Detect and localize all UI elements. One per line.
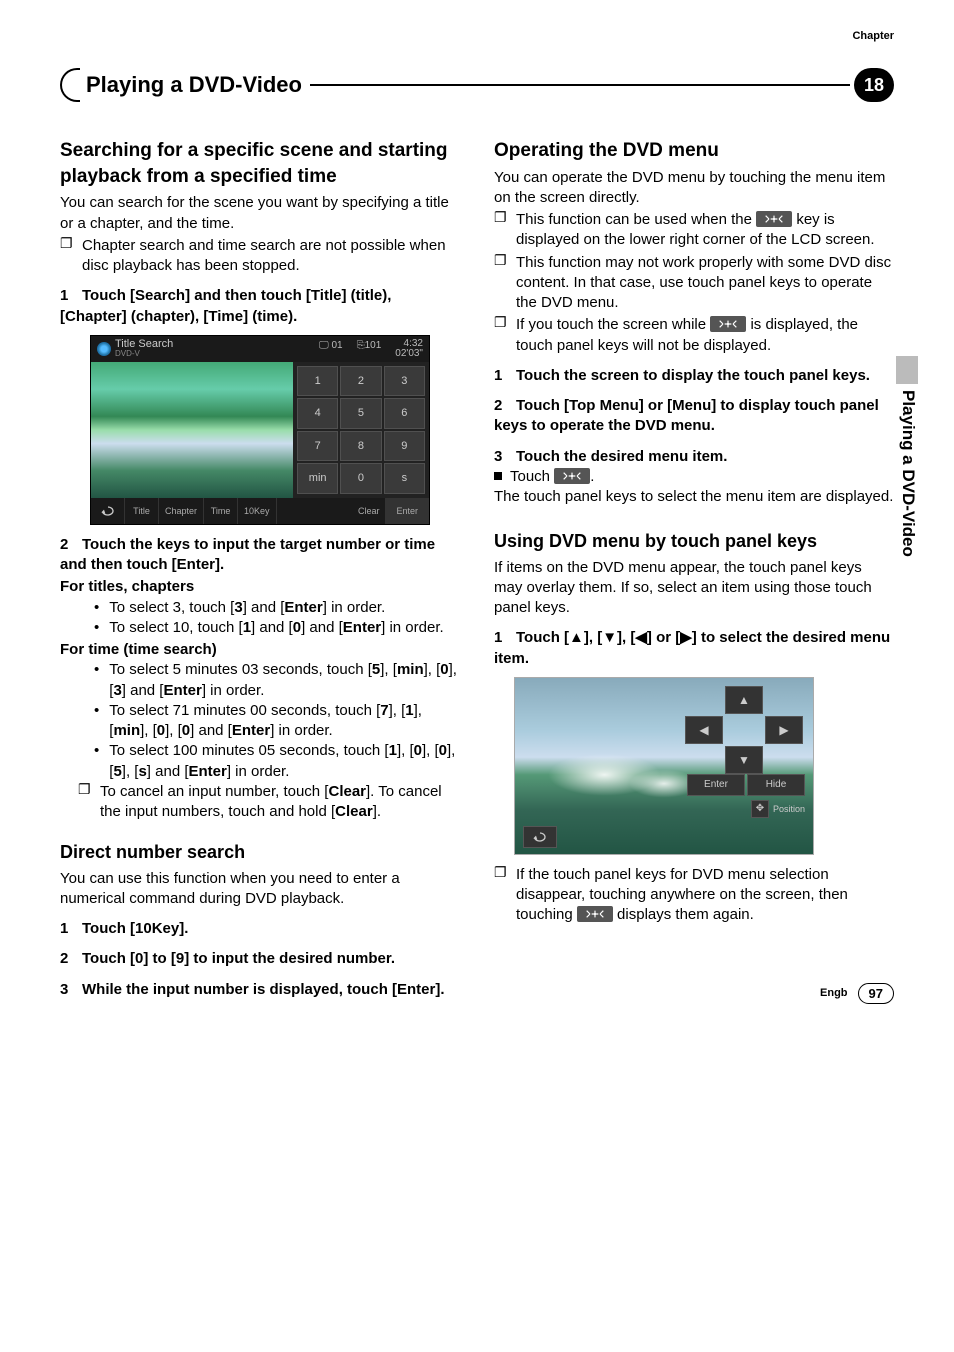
screenshot-title-search: Title Search DVD-V 🖵 01 ⎘101 4:32 02'03" bbox=[90, 335, 430, 525]
use-step-1: 1Touch [▲], [▼], [◀] or [▶] to select th… bbox=[494, 628, 894, 669]
ss1-keypad: 1 2 3 4 5 6 7 8 9 min 0 s bbox=[293, 362, 429, 498]
key-0[interactable]: 0 bbox=[340, 463, 381, 494]
key-5[interactable]: 5 bbox=[340, 398, 381, 429]
ss2-position[interactable]: ✥Position bbox=[751, 800, 805, 818]
right-column: Operating the DVD menu You can operate t… bbox=[494, 138, 894, 1000]
heading-search: Searching for a specific scene and start… bbox=[60, 138, 460, 189]
ss2-hide[interactable]: Hide bbox=[747, 774, 805, 796]
ss2-back[interactable] bbox=[523, 826, 557, 848]
note-icon: ❐ bbox=[494, 315, 508, 356]
note-clear: To cancel an input number, touch [Clear]… bbox=[100, 782, 460, 823]
footer: Engb 97 bbox=[820, 983, 894, 1004]
dpad-right[interactable]: ▶ bbox=[765, 716, 803, 744]
page-title: Playing a DVD-Video bbox=[80, 72, 302, 98]
key-min[interactable]: min bbox=[297, 463, 338, 494]
heading-direct-search: Direct number search bbox=[60, 840, 460, 864]
ss1-source: DVD-V bbox=[115, 350, 173, 358]
op-step-1: 1Touch the screen to display the touch p… bbox=[494, 366, 894, 386]
note-icon: ❐ bbox=[494, 865, 508, 926]
note-icon: ❐ bbox=[494, 253, 508, 314]
side-tab: Playing a DVD-Video bbox=[896, 390, 918, 650]
op-touch-line: Touch . bbox=[494, 467, 894, 487]
bullet-time-5m03: To select 5 minutes 03 seconds, touch [5… bbox=[109, 660, 460, 701]
note-op-1: This function can be used when the key i… bbox=[516, 210, 894, 251]
operating-intro: You can operate the DVD menu by touching… bbox=[494, 168, 894, 209]
tab-time[interactable]: Time bbox=[204, 498, 238, 524]
note-op-3: If you touch the screen while is display… bbox=[516, 315, 894, 356]
bullet-title-3: To select 3, touch [3] and [Enter] in or… bbox=[109, 598, 385, 618]
dpad-key-icon bbox=[577, 906, 613, 922]
key-6[interactable]: 6 bbox=[384, 398, 425, 429]
chapter-badge: 18 bbox=[854, 68, 894, 102]
ss2-enter[interactable]: Enter bbox=[687, 774, 745, 796]
dpad-key-icon bbox=[710, 316, 746, 332]
search-step-1: 1Touch [Search] and then touch [Title] (… bbox=[60, 286, 460, 327]
bullet-time-71m00: To select 71 minutes 00 seconds, touch [… bbox=[109, 701, 460, 742]
key-4[interactable]: 4 bbox=[297, 398, 338, 429]
clear-button[interactable]: Clear bbox=[352, 498, 387, 524]
ss1-video-area bbox=[91, 362, 295, 498]
footer-lang: Engb bbox=[820, 987, 848, 999]
page-number: 97 bbox=[858, 983, 894, 1004]
direct-intro: You can use this function when you need … bbox=[60, 869, 460, 910]
key-1[interactable]: 1 bbox=[297, 366, 338, 397]
direct-step-2: 2Touch [0] to [9] to input the desired n… bbox=[60, 949, 460, 969]
screenshot-dpad-overlay: ▲ ◀ ▶ ▼ Enter Hide ✥Position bbox=[514, 677, 814, 855]
enter-button[interactable]: Enter bbox=[386, 498, 429, 524]
use-intro: If items on the DVD menu appear, the tou… bbox=[494, 558, 894, 619]
dpad-key-icon bbox=[554, 468, 590, 484]
key-7[interactable]: 7 bbox=[297, 431, 338, 462]
search-step-2: 2Touch the keys to input the target numb… bbox=[60, 535, 460, 576]
note-op-2: This function may not work properly with… bbox=[516, 253, 894, 314]
note-icon: ❐ bbox=[60, 236, 74, 277]
side-tab-stub bbox=[896, 356, 918, 384]
key-9[interactable]: 9 bbox=[384, 431, 425, 462]
key-8[interactable]: 8 bbox=[340, 431, 381, 462]
sub-titles-chapters: For titles, chapters bbox=[60, 577, 460, 597]
note-icon: ❐ bbox=[494, 210, 508, 251]
chapter-label: Chapter bbox=[852, 30, 894, 42]
dpad-key-icon bbox=[756, 211, 792, 227]
bullet-time-100m05: To select 100 minutes 05 seconds, touch … bbox=[109, 741, 460, 782]
left-column: Searching for a specific scene and start… bbox=[60, 138, 460, 1000]
search-intro: You can search for the scene you want by… bbox=[60, 193, 460, 234]
op-touch-desc: The touch panel keys to select the menu … bbox=[494, 487, 894, 507]
tab-chapter[interactable]: Chapter bbox=[159, 498, 204, 524]
tab-title[interactable]: Title bbox=[125, 498, 159, 524]
disc-icon bbox=[97, 342, 111, 356]
note-search-stopped: Chapter search and time search are not p… bbox=[82, 236, 460, 277]
op-step-2: 2Touch [Top Menu] or [Menu] to display t… bbox=[494, 396, 894, 437]
key-s[interactable]: s bbox=[384, 463, 425, 494]
direct-step-3: 3While the input number is displayed, to… bbox=[60, 980, 460, 1000]
move-handle-icon[interactable]: ✥ bbox=[751, 800, 769, 818]
op-step-3: 3Touch the desired menu item. bbox=[494, 447, 894, 467]
direct-step-1: 1Touch [10Key]. bbox=[60, 919, 460, 939]
title-bar: Playing a DVD-Video 18 bbox=[60, 68, 894, 102]
dpad-up[interactable]: ▲ bbox=[725, 686, 763, 714]
heading-operating: Operating the DVD menu bbox=[494, 138, 894, 164]
dpad-left[interactable]: ◀ bbox=[685, 716, 723, 744]
sub-time-search: For time (time search) bbox=[60, 640, 460, 660]
dpad-down[interactable]: ▼ bbox=[725, 746, 763, 774]
key-3[interactable]: 3 bbox=[384, 366, 425, 397]
heading-use-touch: Using DVD menu by touch panel keys bbox=[494, 529, 894, 553]
ss1-elapsed: 02'03" bbox=[395, 349, 423, 359]
note-use-redisplay: If the touch panel keys for DVD menu sel… bbox=[516, 865, 894, 926]
tab-10key[interactable]: 10Key bbox=[238, 498, 277, 524]
key-2[interactable]: 2 bbox=[340, 366, 381, 397]
back-button[interactable] bbox=[91, 498, 125, 524]
square-bullet-icon bbox=[494, 472, 502, 480]
note-icon: ❐ bbox=[78, 782, 92, 823]
bullet-title-10: To select 10, touch [1] and [0] and [Ent… bbox=[109, 618, 443, 638]
